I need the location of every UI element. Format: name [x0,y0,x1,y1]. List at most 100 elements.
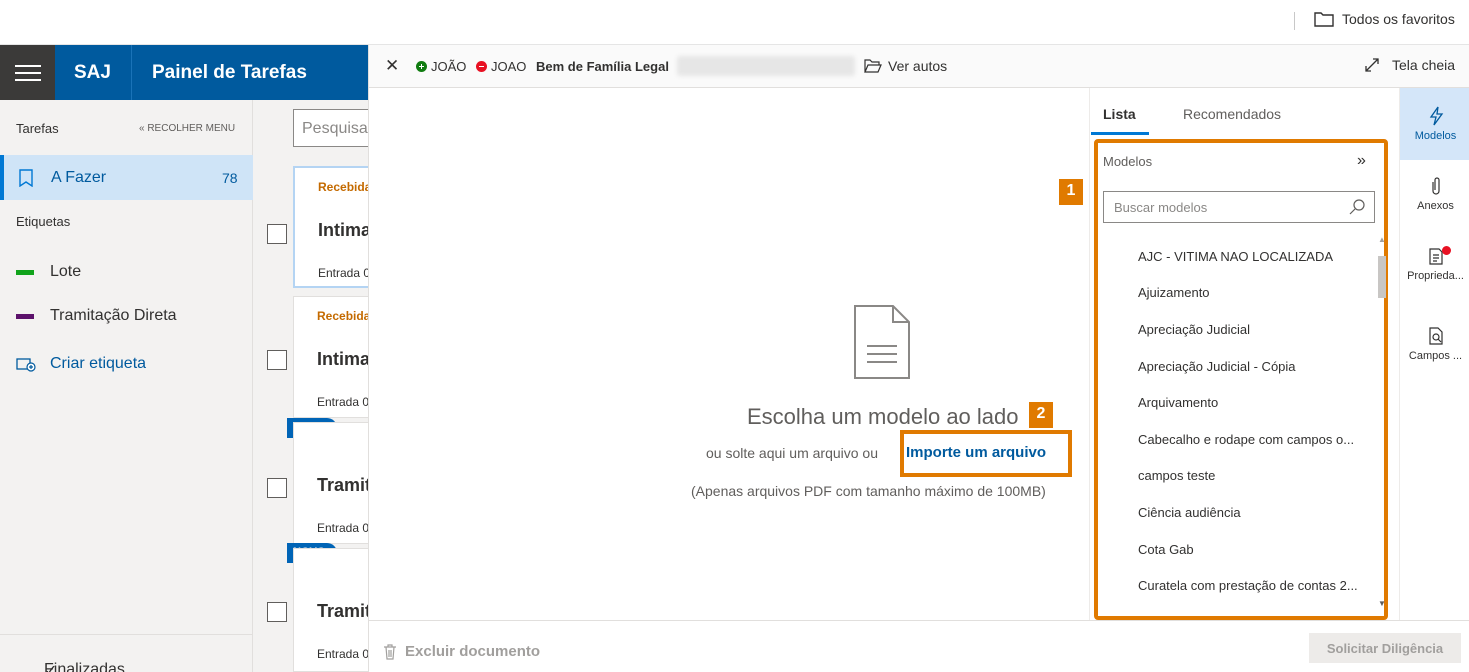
add-tag-icon [16,358,36,372]
finished-label: Finalizadas [44,661,125,672]
sidebar-item-todo[interactable]: A Fazer 78 [0,155,253,200]
rail-properties-button[interactable]: Proprieda... [1400,246,1469,282]
model-item[interactable]: Apreciação Judicial [1138,322,1250,337]
rail-label: Anexos [1417,200,1454,212]
brand-logo[interactable]: SAJ [74,62,111,84]
bookmark-icon [19,169,33,187]
rail-models-button[interactable]: Modelos [1400,88,1469,160]
highlight-box [900,430,1072,477]
model-item[interactable]: Arquivamento [1138,395,1218,410]
scroll-up-icon[interactable]: ▲ [1378,235,1386,244]
model-item[interactable]: Apreciação Judicial - Cópia [1138,359,1296,374]
task-title: Intima [317,349,371,369]
open-folder-icon [864,59,882,73]
document-search-icon [1428,327,1443,345]
model-item[interactable]: AJC - VITIMA NAO LOCALIZADA [1138,249,1333,264]
model-item[interactable]: Cota Gab [1138,542,1194,557]
favorites-label: Todos os favoritos [1342,11,1455,27]
top-bar: Todos os favoritos [0,0,1469,45]
page-title: Painel de Tarefas [152,62,307,83]
tag-color-swatch [16,269,34,275]
task-status: Recebida [318,180,372,194]
divider [1294,12,1295,30]
divider [131,45,132,100]
sidebar-item-lote[interactable]: Lote [16,263,81,281]
model-item[interactable]: campos teste [1138,468,1215,483]
task-title: Intima [318,220,372,240]
party-name: JOAO [491,59,527,74]
search-icon [1349,199,1365,215]
sidebar-item-label: A Fazer [51,169,107,186]
lightning-icon [1429,106,1443,126]
rail-attachments-button[interactable]: Anexos [1400,176,1469,212]
task-title: Tramit [317,475,372,495]
tab-recommended[interactable]: Recomendados [1183,106,1281,122]
scroll-down-icon[interactable]: ▼ [1378,599,1386,608]
model-item[interactable]: Cabecalho e rodape com campos o... [1138,432,1354,447]
sidebar-item-tramitacao-direta[interactable]: Tramitação Direta [16,307,177,325]
tasks-heading: Tarefas [16,121,59,136]
rail-label: Proprieda... [1407,270,1464,282]
request-diligence-button[interactable]: Solicitar Diligência [1309,633,1461,663]
task-checkbox[interactable] [267,350,287,370]
tools-rail: Modelos Anexos Proprieda... Campos ... [1399,88,1469,620]
task-checkbox[interactable] [267,602,287,622]
sidebar: Tarefas « RECOLHER MENU A Fazer 78 Etiqu… [0,100,253,672]
editor-header: ✕ JOÃO JOAO Bem de Família Legal Ver aut… [369,45,1469,88]
create-tag-label: Criar etiqueta [50,355,147,372]
rail-label: Modelos [1414,130,1457,142]
sidebar-item-finished[interactable]: ✓ Finalizadas [0,634,253,672]
rail-fields-button[interactable]: Campos ... [1400,326,1469,362]
view-records-label: Ver autos [888,58,948,74]
plus-circle-icon [416,61,427,72]
document-drop-area[interactable]: Escolha um modelo ao lado ou solte aqui … [369,88,1089,620]
minus-circle-icon [476,61,487,72]
party-passive: JOAO [476,59,526,74]
tab-list[interactable]: Lista [1091,106,1149,135]
fullscreen-button[interactable]: Tela cheia [1364,57,1455,73]
task-list: Pesquisar Recebida Intima Entrada 0 Rece… [253,100,383,672]
notification-dot [1442,246,1451,255]
model-item[interactable]: Curatela com prestação de contas 2... [1138,578,1358,593]
task-entry: Entrada 0 [318,266,371,280]
task-title: Tramit [317,601,372,621]
model-search-input[interactable]: Buscar modelos [1103,191,1375,223]
model-item[interactable]: Ciência audiência [1138,505,1241,520]
create-tag-button[interactable]: Criar etiqueta [16,355,146,373]
task-checkbox[interactable] [267,224,287,244]
callout-number: 2 [1029,402,1053,428]
delete-document-button[interactable]: Excluir documento [383,643,540,660]
rail-label: Campos ... [1408,350,1463,362]
task-entry: Entrada 0 [317,521,370,535]
model-list: AJC - VITIMA NAO LOCALIZADA Ajuizamento … [1103,238,1373,618]
drop-file-text: ou solte aqui um arquivo ou [706,445,878,461]
file-limit-text: (Apenas arquivos PDF com tamanho máximo … [691,483,1046,499]
callout-number: 1 [1059,179,1083,205]
tag-label: Tramitação Direta [50,307,177,324]
redacted-case-number [677,56,855,76]
favorites-button[interactable]: Todos os favoritos [1314,11,1455,27]
party-name: JOÃO [431,59,467,74]
model-list-scrollbar[interactable]: ▲ ▼ [1378,235,1386,608]
paperclip-icon [1431,177,1440,195]
tags-heading: Etiquetas [16,214,71,229]
scrollbar-thumb[interactable] [1378,256,1386,298]
double-chevron-right-icon[interactable]: » [1357,152,1366,170]
model-search-placeholder: Buscar modelos [1114,200,1208,215]
document-editor-panel: ✕ JOÃO JOAO Bem de Família Legal Ver aut… [368,45,1469,672]
fullscreen-label: Tela cheia [1392,57,1456,73]
task-entry: Entrada 0 [317,647,370,661]
trash-icon [384,643,396,660]
document-icon [854,305,910,379]
task-status: Recebida [317,309,371,323]
close-icon[interactable]: ✕ [385,56,399,76]
task-checkbox[interactable] [267,478,287,498]
collapse-menu-button[interactable]: « RECOLHER MENU [139,123,235,134]
editor-footer: Excluir documento Solicitar Diligência [369,620,1469,672]
choose-model-text: Escolha um modelo ao lado [747,404,1019,429]
folder-icon [1314,12,1334,27]
hamburger-menu-icon[interactable] [0,45,55,100]
view-records-button[interactable]: Ver autos [864,58,947,74]
model-item[interactable]: Ajuizamento [1138,285,1210,300]
party-active: JOÃO [416,59,466,74]
